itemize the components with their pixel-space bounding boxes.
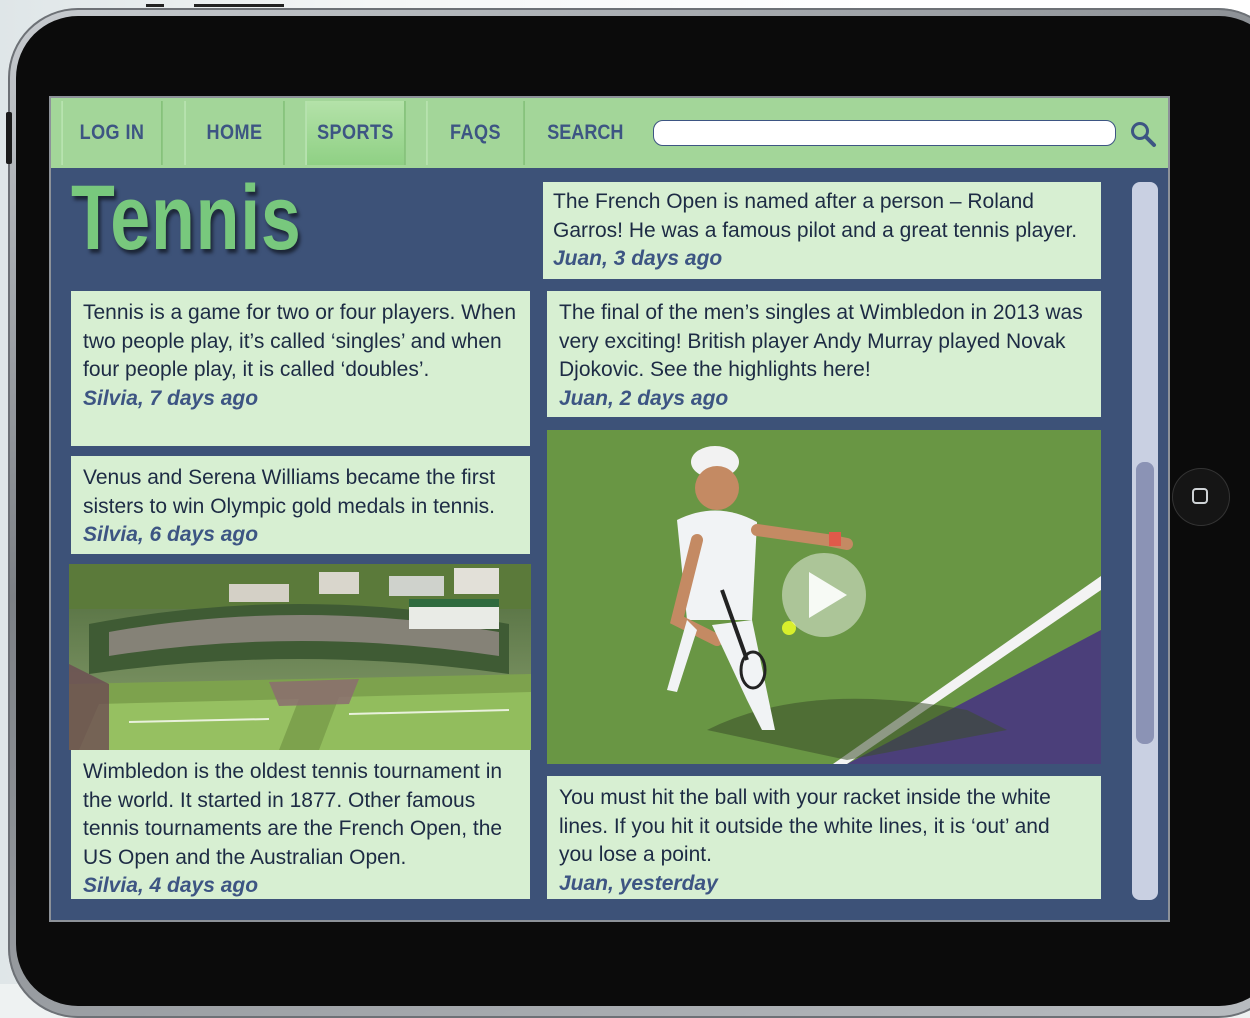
side-button xyxy=(6,112,12,164)
post-card: The final of the men’s singles at Wimble… xyxy=(547,291,1101,417)
device-top-edge xyxy=(142,0,292,12)
tab-faqs[interactable]: FAQS xyxy=(426,101,525,165)
post-author: Silvia, 6 days ago xyxy=(83,523,259,546)
tennis-highlights-video[interactable] xyxy=(547,430,1101,764)
search-icon[interactable] xyxy=(1129,120,1157,148)
stadium-illustration xyxy=(69,564,531,750)
post-author: Silvia, 7 days ago xyxy=(83,386,259,410)
post-author: Juan, yesterday xyxy=(559,871,718,895)
video-frame xyxy=(547,430,1101,764)
post-card: Wimbledon is the oldest tennis tournamen… xyxy=(71,750,530,899)
post-author: Juan, 2 days ago xyxy=(559,386,729,410)
post-card: Venus and Serena Williams became the fir… xyxy=(71,456,530,554)
page-title: Tennis xyxy=(71,167,302,269)
post-text: You must hit the ball with your racket i… xyxy=(559,786,1051,866)
post-text: Venus and Serena Williams became the fir… xyxy=(83,466,496,518)
post-text: The final of the men’s singles at Wimble… xyxy=(559,301,1083,381)
post-card: Tennis is a game for two or four players… xyxy=(71,291,530,446)
post-text: Wimbledon is the oldest tennis tournamen… xyxy=(83,760,503,869)
home-square-icon xyxy=(1192,488,1208,504)
post-text: Tennis is a game for two or four players… xyxy=(83,301,517,381)
tab-sports[interactable]: SPORTS xyxy=(305,101,406,165)
top-navbar: LOG IN HOME SPORTS FAQS SEARCH xyxy=(51,98,1168,168)
scrollbar-thumb[interactable] xyxy=(1136,462,1154,744)
home-button[interactable] xyxy=(1172,468,1230,526)
search-label: SEARCH xyxy=(547,121,624,144)
post-card: You must hit the ball with your racket i… xyxy=(547,776,1101,899)
tab-home[interactable]: HOME xyxy=(184,101,285,165)
post-text: The French Open is named after a person … xyxy=(553,190,1078,242)
search-input[interactable] xyxy=(653,120,1116,146)
tab-log-in[interactable]: LOG IN xyxy=(61,101,163,165)
post-card: The French Open is named after a person … xyxy=(543,182,1101,279)
post-author: Juan, 3 days ago xyxy=(553,247,723,270)
wimbledon-stadium-photo xyxy=(69,564,531,750)
post-author: Silvia, 4 days ago xyxy=(83,874,259,897)
app-screen: LOG IN HOME SPORTS FAQS SEARCH Tennis Th… xyxy=(49,96,1170,922)
